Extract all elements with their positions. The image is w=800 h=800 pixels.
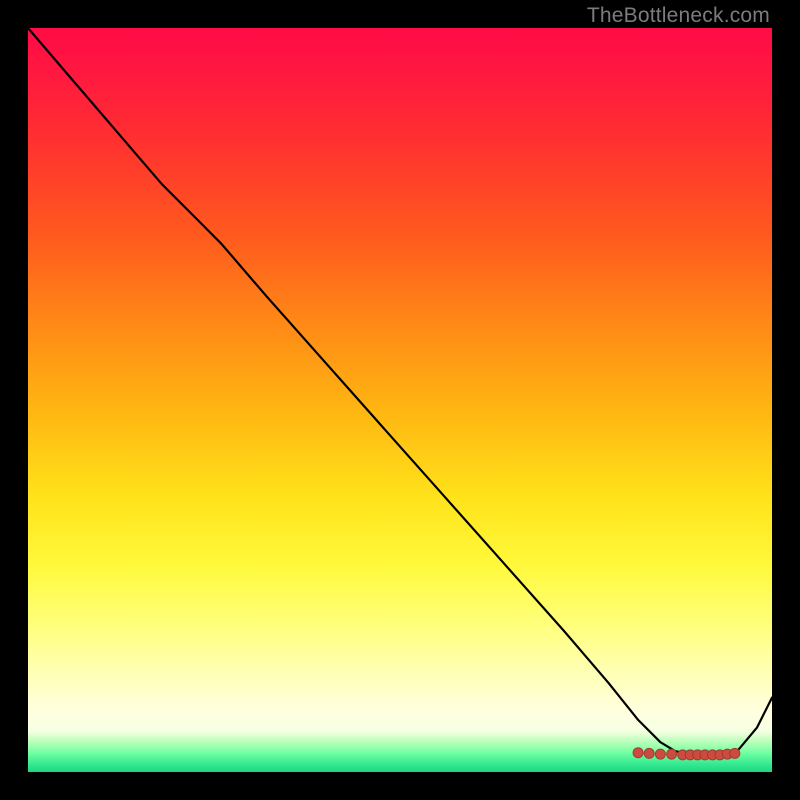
marker-dot: [730, 748, 740, 758]
chart-overlay: [28, 28, 772, 772]
optimal-range-markers: [633, 748, 740, 760]
bottleneck-curve: [28, 28, 772, 756]
marker-dot: [667, 749, 677, 759]
chart-frame: TheBottleneck.com: [0, 0, 800, 800]
plot-area: [28, 28, 772, 772]
marker-dot: [655, 749, 665, 759]
marker-dot: [633, 748, 643, 758]
watermark-text: TheBottleneck.com: [587, 4, 770, 28]
marker-dot: [644, 748, 654, 758]
